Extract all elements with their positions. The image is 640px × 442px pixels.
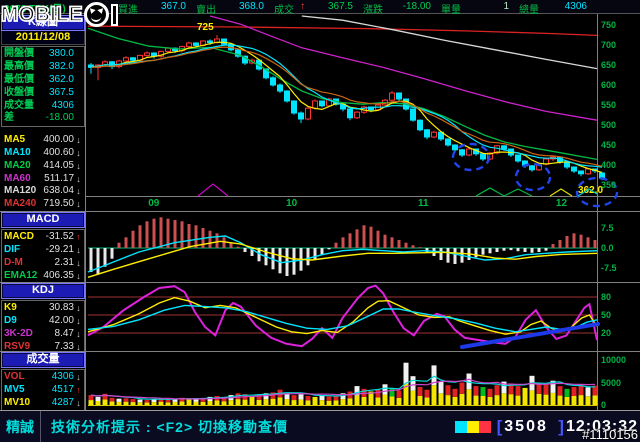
quote-field-label: 漲跌 — [363, 5, 383, 16]
axis-tick-label: 450 — [601, 140, 617, 150]
code-bracket-left: [ — [496, 417, 503, 436]
axis-tick-label: 600 — [601, 80, 617, 90]
quote-field-label: 成交 — [274, 5, 294, 16]
quote-field-value: 367.0 — [160, 1, 186, 12]
legend-swatch — [454, 421, 467, 433]
axis-tick-label: 0.0 — [601, 243, 614, 253]
quote-field-label: 單量 — [441, 5, 461, 16]
quote-fields: 買進 367.0 賣出 368.0 成交 ↑ 367.5 漲跌 -18.00 單量 1 總量 4306 — [108, 1, 587, 16]
axis-tick-label: 350 — [601, 180, 617, 190]
axis-tick-label: 650 — [601, 60, 617, 70]
axis-tick-label: 700 — [601, 40, 617, 50]
axis-tick-label: 0 — [601, 400, 607, 410]
axis-tick-label: 80 — [601, 292, 612, 302]
price-direction-arrow-icon: ↑ — [300, 1, 305, 12]
axis-tick-label: 500 — [601, 120, 617, 130]
status-bar: 精誠 技術分析提示 : <F2> 切換移動查價 [ 3508 ] 12:03:3… — [0, 410, 640, 442]
quote-field-value: 368.0 — [238, 1, 264, 12]
month-axis-label: 09 — [148, 198, 160, 209]
f2-hint-text: 技術分析提示 : <F2> 切換移動查價 — [51, 419, 289, 435]
quote-field-label: 買進 — [118, 5, 138, 16]
candlestick-series — [88, 35, 605, 181]
charts-canvas[interactable]: 725362.0 — [0, 0, 640, 442]
quote-field-value: 367.5 — [327, 1, 353, 12]
vendor-brand: 精誠 — [0, 411, 41, 442]
ma120-line — [301, 15, 598, 70]
axis-tick-label: 20 — [601, 328, 612, 338]
peak-price-label: 725 — [197, 22, 214, 33]
month-axis-label: 12 — [555, 198, 568, 209]
axis-tick-label: 5000 — [601, 377, 622, 388]
quote-field-value: -18.00 — [402, 1, 431, 12]
macd-histogram — [89, 217, 597, 276]
legend-swatch — [466, 421, 479, 433]
axis-tick-label: 550 — [601, 100, 617, 110]
ma240-line — [87, 25, 598, 37]
legend-swatches — [454, 421, 491, 433]
month-axis-label: 11 — [417, 198, 429, 209]
axis-tick-label: -7.5 — [601, 263, 617, 273]
bottom-marker — [197, 183, 229, 197]
quote-field-label: 賣出 — [196, 5, 216, 16]
bottom-marker — [549, 188, 573, 197]
ma20-line — [87, 27, 598, 161]
axis-tick-label: 750 — [601, 20, 617, 30]
axis-tick-label: 50 — [601, 310, 612, 320]
stock-code-input[interactable]: 3508 — [504, 418, 556, 436]
legend-swatch — [478, 421, 491, 433]
trading-app-window: 3673 TPK(日) 買進 367.0 賣出 368.0 成交 ↑ 367.5 漲跌 -18.… — [0, 0, 640, 442]
forum-watermark-id: #1110156 — [582, 427, 638, 442]
axis-tick-label: 400 — [601, 160, 617, 170]
quote-field-label: 總量 — [519, 5, 539, 16]
hand-drawn-trendline-annotation — [460, 322, 600, 349]
quote-field-value: 4306 — [564, 1, 587, 12]
code-bracket-right: ] — [558, 417, 564, 436]
axis-tick-label: 7.5 — [601, 223, 614, 233]
month-axis-label: 10 — [286, 198, 298, 209]
bottom-marker — [475, 187, 533, 197]
quote-field-value: 1 — [503, 1, 509, 12]
axis-tick-label: 10000 — [601, 355, 627, 365]
